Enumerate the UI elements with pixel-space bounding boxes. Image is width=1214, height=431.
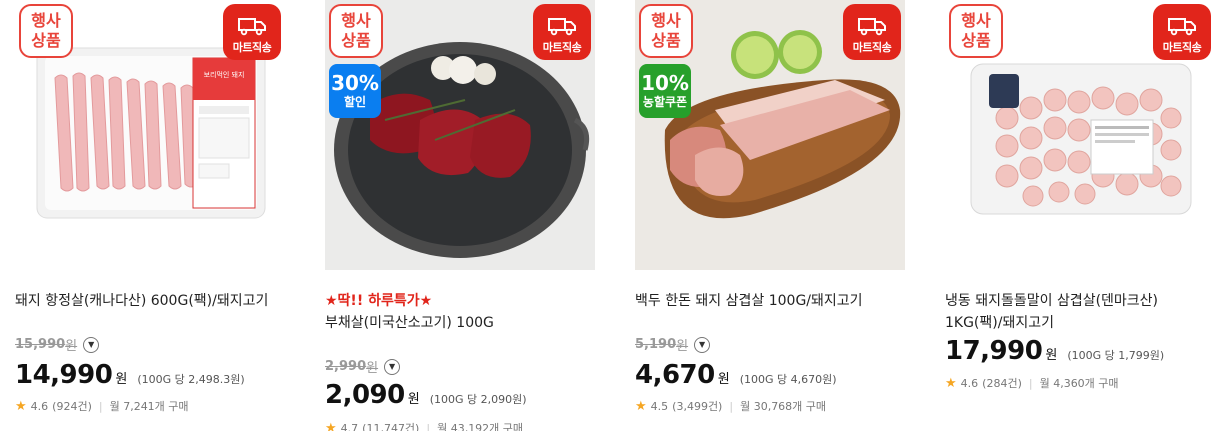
divider: | bbox=[426, 421, 431, 431]
product-title[interactable]: 부채살(미국산소고기) 100G bbox=[325, 312, 595, 334]
mart-delivery-badge: 마트직송 bbox=[533, 4, 591, 60]
product-title[interactable]: 백두 한돈 돼지 삼겹살 100G/돼지고기 bbox=[635, 290, 905, 312]
original-price: 2,990 원 ▼ bbox=[325, 357, 401, 376]
star-icon: ★ bbox=[945, 375, 957, 391]
rating-row: ★ 4.6 (284건) | 월 4,360개 구매 bbox=[945, 375, 1119, 391]
sale-price: 17,990 원 (100G 당 1,799원) bbox=[945, 336, 1165, 366]
product-card-4[interactable]: 행사 상품 마트직송 냉동 돼지돌돌말이 삼겹살(덴마크산) 1KG(팩)/돼지… bbox=[945, 0, 1214, 431]
event-badge: 행사 상품 bbox=[949, 4, 1003, 58]
price-detail-toggle-icon[interactable]: ▼ bbox=[83, 336, 100, 353]
delivery-truck-icon bbox=[1168, 18, 1196, 36]
delivery-truck-icon bbox=[548, 18, 576, 36]
farm-coupon-badge: 10% 농할쿠폰 bbox=[639, 64, 691, 118]
delivery-truck-icon bbox=[238, 18, 266, 36]
divider: | bbox=[98, 399, 103, 413]
sale-price: 2,090 원 (100G 당 2,090원) bbox=[325, 380, 527, 410]
star-icon: ★ bbox=[325, 420, 337, 431]
event-badge: 행사 상품 bbox=[19, 4, 73, 58]
divider: | bbox=[729, 399, 734, 413]
divider: | bbox=[1028, 376, 1033, 390]
mart-delivery-badge: 마트직송 bbox=[1153, 4, 1211, 60]
sale-price: 4,670 원 (100G 당 4,670원) bbox=[635, 360, 837, 390]
product-card-2[interactable]: 행사 상품 마트직송 30% 할인 ★딱!! 하루특가★ 부채살(미국산소고기)… bbox=[325, 0, 595, 431]
original-price: 15,990 원 ▼ bbox=[15, 335, 100, 354]
product-title[interactable]: 냉동 돼지돌돌말이 삼겹살(덴마크산) 1KG(팩)/돼지고기 bbox=[945, 290, 1214, 334]
mart-delivery-badge: 마트직송 bbox=[223, 4, 281, 60]
rating-row: ★ 4.7 (11,747건) | 월 43,192개 구매 bbox=[325, 420, 523, 431]
event-badge: 행사 상품 bbox=[639, 4, 693, 58]
mart-delivery-badge: 마트직송 bbox=[843, 4, 901, 60]
promo-text: ★딱!! 하루특가★ bbox=[325, 293, 433, 309]
delivery-truck-icon bbox=[858, 18, 886, 36]
star-icon: ★ bbox=[15, 398, 27, 414]
rating-row: ★ 4.6 (924건) | 월 7,241개 구매 bbox=[15, 398, 189, 414]
sale-price: 14,990 원 (100G 당 2,498.3원) bbox=[15, 360, 245, 390]
price-detail-toggle-icon[interactable]: ▼ bbox=[694, 336, 711, 353]
discount-coupon-badge: 30% 할인 bbox=[329, 64, 381, 118]
product-card-1[interactable]: 보리먹인 돼지 행사 상품 마트직송 돼지 항정살(캐나다산) 600G(팩)/… bbox=[15, 0, 285, 431]
original-price: 5,190 원 ▼ bbox=[635, 335, 711, 354]
star-icon: ★ bbox=[635, 398, 647, 414]
price-detail-toggle-icon[interactable]: ▼ bbox=[384, 358, 401, 375]
product-title[interactable]: 돼지 항정살(캐나다산) 600G(팩)/돼지고기 bbox=[15, 290, 285, 312]
svg-text:보리먹인 돼지: 보리먹인 돼지 bbox=[204, 70, 245, 79]
product-card-3[interactable]: 행사 상품 마트직송 10% 농할쿠폰 백두 한돈 돼지 삼겹살 100G/돼지… bbox=[635, 0, 905, 431]
rating-row: ★ 4.5 (3,499건) | 월 30,768개 구매 bbox=[635, 398, 827, 414]
event-badge: 행사 상품 bbox=[329, 4, 383, 58]
